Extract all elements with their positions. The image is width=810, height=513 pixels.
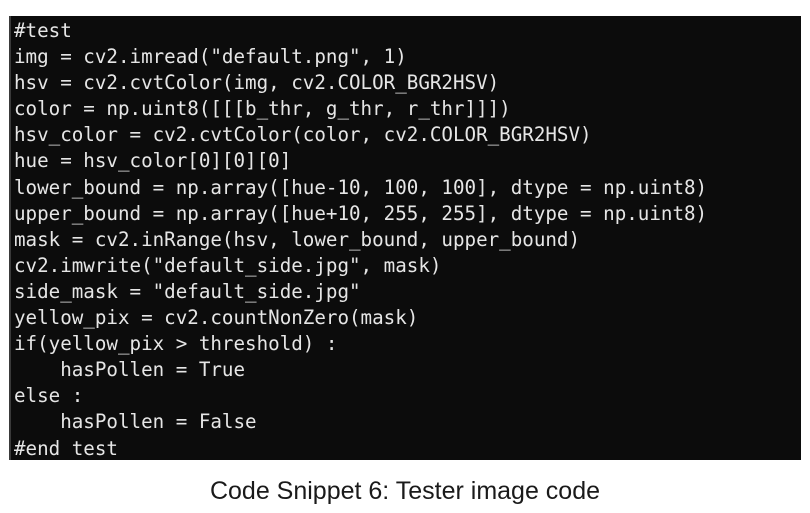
code-line: cv2.imwrite("default_side.jpg", mask): [14, 253, 442, 277]
code-line: yellow_pix = cv2.countNonZero(mask): [14, 306, 419, 330]
code-line: hsv_color = cv2.cvtColor(color, cv2.COLO…: [14, 123, 592, 147]
code-line: hasPollen = True: [14, 358, 246, 382]
code-line: if(yellow_pix > threshold) :: [14, 332, 338, 356]
code-snippet-panel: #test img = cv2.imread("default.png", 1)…: [9, 16, 801, 460]
code-line: hsv = cv2.cvtColor(img, cv2.COLOR_BGR2HS…: [14, 71, 500, 95]
code-line: #test: [14, 19, 72, 42]
code-line: side_mask = "default_side.jpg": [14, 279, 361, 303]
code-line: #end test: [14, 436, 118, 460]
figure-caption: Code Snippet 6: Tester image code: [209, 477, 601, 505]
code-line: lower_bound = np.array([hue-10, 100, 100…: [14, 175, 708, 199]
code-line: color = np.uint8([[[b_thr, g_thr, r_thr]…: [14, 97, 511, 121]
code-line: upper_bound = np.array([hue+10, 255, 255…: [14, 201, 708, 225]
code-line: mask = cv2.inRange(hsv, lower_bound, upp…: [14, 227, 581, 251]
code-line: else :: [14, 384, 84, 408]
code-line: hasPollen = False: [14, 410, 257, 434]
code-line: img = cv2.imread("default.png", 1): [14, 45, 407, 69]
code-line: hue = hsv_color[0][0][0]: [14, 149, 292, 173]
